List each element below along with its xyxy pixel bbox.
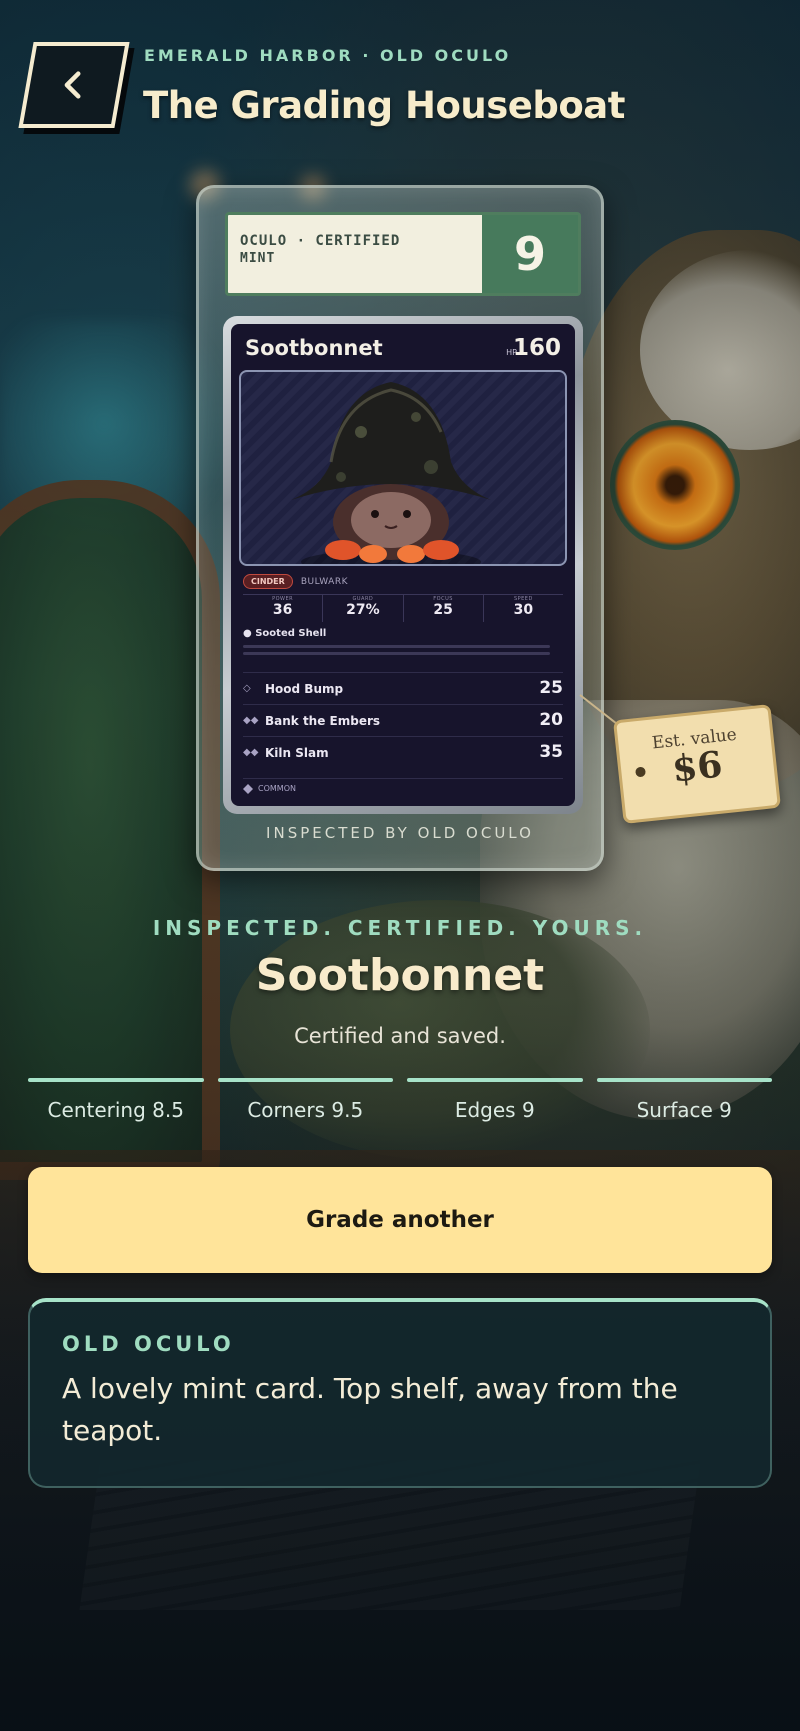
slab-label-text: OCULO · CERTIFIED MINT: [228, 215, 482, 293]
back-button[interactable]: [18, 42, 130, 128]
card-stats: POWER 36 GUARD 27% FOCUS 25 SPEED 30: [243, 594, 563, 622]
trading-card: Sootbonnet HP 160 CINDER BULWARK POWER 3…: [223, 316, 583, 814]
subgrade-label: Centering 8.5: [47, 1098, 184, 1122]
condition-label: MINT: [240, 251, 276, 266]
page-title: The Grading Houseboat: [143, 84, 625, 127]
price-tag: Est. value $6: [612, 704, 782, 824]
ability-name: ● Sooted Shell: [243, 628, 327, 639]
subgrade-label: Surface 9: [636, 1098, 732, 1122]
card-name: Sootbonnet: [245, 336, 383, 360]
subgrade-corners: Corners 9.5: [217, 1078, 393, 1122]
ability-description: [243, 645, 551, 648]
result-card-name: Sootbonnet: [255, 950, 545, 1001]
subgrade-surface: Surface 9: [596, 1078, 772, 1122]
move-damage: 20: [539, 712, 563, 729]
location-kicker: EMERALD HARBOR · OLD OCULO: [144, 46, 512, 65]
card-tags: CINDER BULWARK: [243, 574, 348, 589]
move-body: Kiln Slam: [265, 746, 539, 760]
grade-badge: 9: [482, 215, 578, 293]
chevron-left-icon: [64, 71, 81, 99]
card-artwork: [239, 370, 567, 566]
move-damage-value: 20: [539, 710, 563, 730]
subgrade-bar: [596, 1078, 772, 1082]
card-move: ◆◆ Bank the Embers 20: [243, 704, 563, 736]
subgrade-centering: Centering 8.5: [28, 1078, 204, 1122]
class-tag: BULWARK: [300, 576, 348, 587]
stat-value: 30: [513, 602, 534, 618]
dialogue-text: A lovely mint card. Top shelf, away from…: [62, 1372, 678, 1447]
card-move: ◆◆ Kiln Slam 35: [243, 736, 563, 768]
move-name: Hood Bump: [265, 681, 344, 696]
stat-power: POWER 36: [243, 595, 324, 622]
subgrade-bar: [407, 1078, 583, 1082]
move-damage-value: 25: [539, 678, 563, 698]
subgrade-edges: Edges 9: [407, 1078, 583, 1122]
move-damage: 25: [539, 680, 563, 697]
move-cost-icon: ◆◆: [243, 715, 259, 726]
result-subtitle: Certified and saved.: [294, 1024, 506, 1048]
ability-name-text: Sooted Shell: [255, 628, 327, 639]
dialogue-speaker: OLD OCULO: [62, 1332, 235, 1356]
move-body: Bank the Embers: [265, 714, 539, 728]
subgrade-bar: [28, 1078, 204, 1082]
subgrade-bar: [217, 1078, 393, 1082]
card-move: ◇ Hood Bump 25: [243, 672, 563, 704]
inspected-by-label: INSPECTED BY OLD OCULO: [266, 824, 534, 842]
move-name: Kiln Slam: [265, 745, 329, 760]
card-hp: 160: [512, 335, 561, 361]
result-tagline: INSPECTED. CERTIFIED. YOURS.: [152, 916, 648, 940]
move-body: Hood Bump: [265, 682, 539, 696]
rarity-label: COMMON: [258, 784, 296, 793]
subgrades: Centering 8.5 Corners 9.5 Edges 9 Surfac…: [28, 1078, 772, 1122]
move-cost-icon: ◇: [243, 683, 251, 694]
graded-slab[interactable]: OCULO · CERTIFIED MINT 9 Sootbonnet HP 1…: [196, 185, 604, 871]
subgrade-label: Corners 9.5: [247, 1098, 364, 1122]
stat-value: 27%: [346, 602, 380, 618]
move-name: Bank the Embers: [265, 713, 381, 728]
certified-label: OCULO · CERTIFIED: [240, 233, 401, 249]
stat-value: 36: [272, 602, 293, 618]
sootbonnet-creature-art: [291, 382, 491, 564]
stat-value: 25: [433, 602, 453, 618]
element-tag: CINDER: [243, 574, 293, 589]
card-ability: ● Sooted Shell: [243, 628, 563, 648]
move-damage: 35: [539, 744, 563, 761]
stat-speed: SPEED 30: [484, 595, 563, 622]
trading-card-face: Sootbonnet HP 160 CINDER BULWARK POWER 3…: [231, 324, 575, 806]
move-damage-value: 35: [539, 742, 563, 762]
stat-focus: FOCUS 25: [404, 595, 484, 622]
stat-guard: GUARD 27%: [323, 595, 404, 622]
card-footer: COMMON: [243, 778, 563, 798]
card-rarity: COMMON: [243, 783, 296, 794]
diamond-icon: [243, 783, 253, 794]
dialogue-box: OLD OCULO A lovely mint card. Top shelf,…: [28, 1298, 772, 1488]
grade-another-button[interactable]: Grade another: [28, 1167, 772, 1273]
slab-label: OCULO · CERTIFIED MINT 9: [225, 212, 581, 296]
subgrade-label: Edges 9: [454, 1098, 535, 1122]
move-cost-icon: ◆◆: [243, 747, 259, 758]
